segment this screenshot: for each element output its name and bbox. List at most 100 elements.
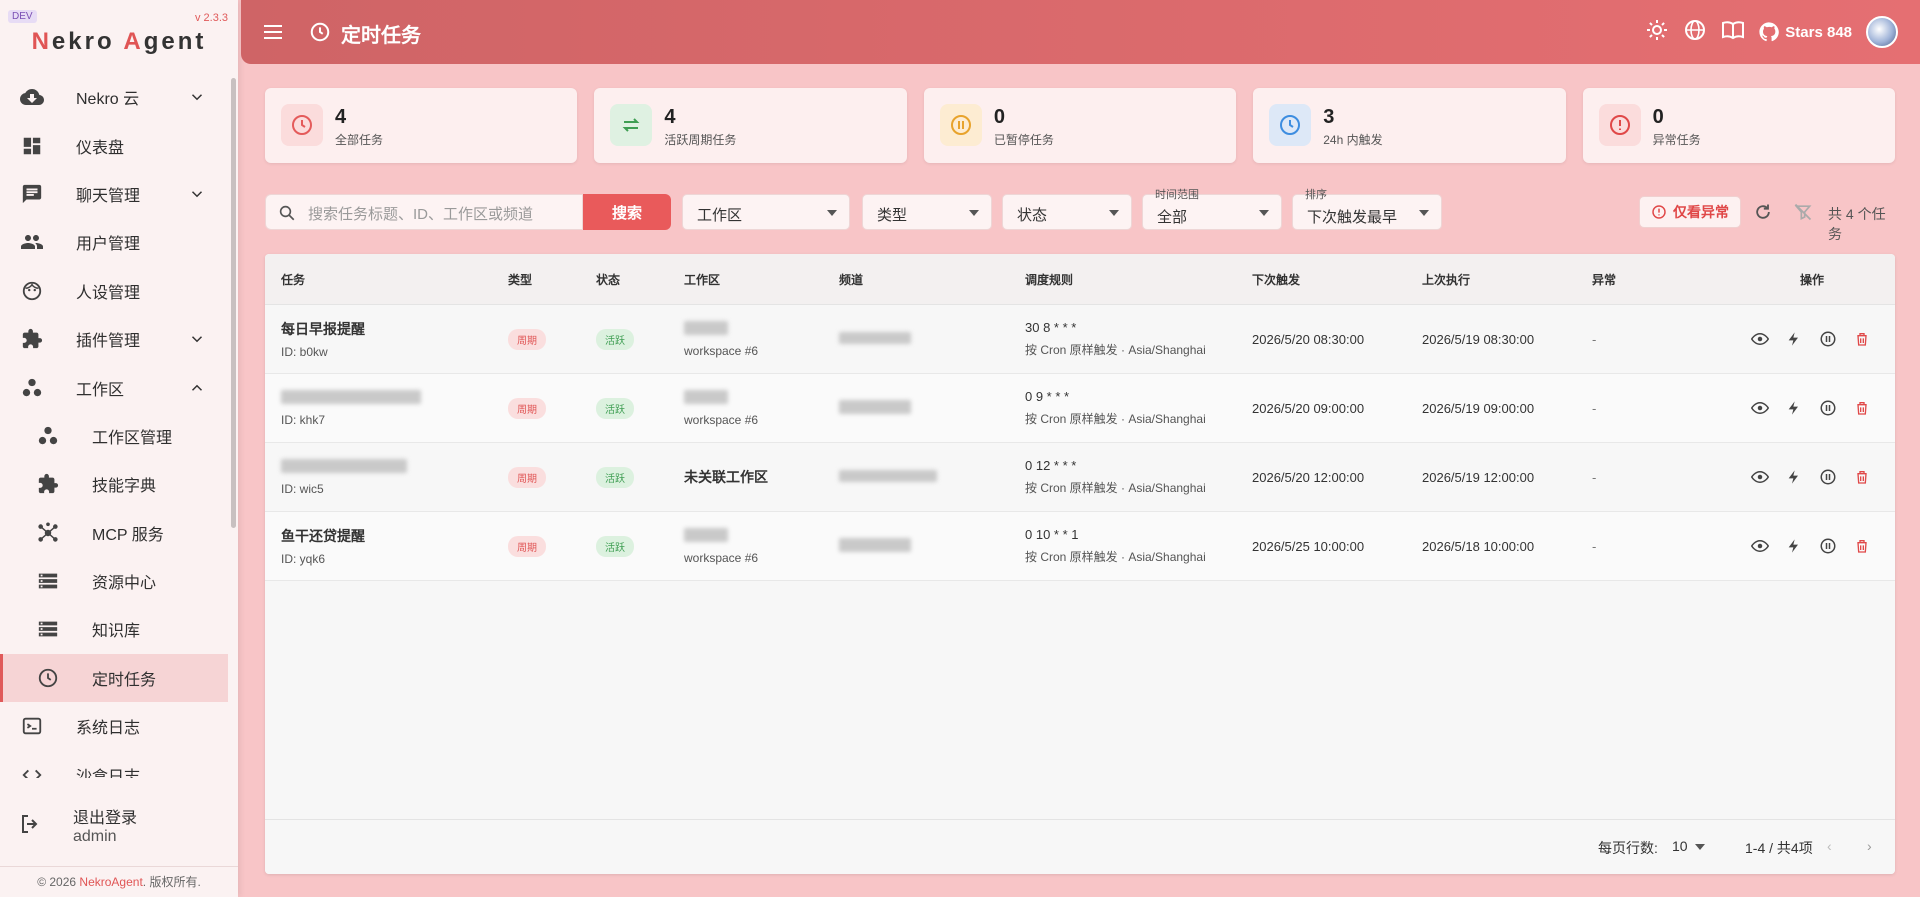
dashboard-icon xyxy=(20,134,44,158)
top-app-bar: 定时任务 Stars 848 xyxy=(241,0,1920,64)
sidebar-item-workspace-management[interactable]: 工作区管理 xyxy=(0,412,228,460)
only-errors-button[interactable]: 仅看异常 xyxy=(1639,196,1741,228)
sidebar-item-label: 知识库 xyxy=(92,623,141,641)
delete-icon[interactable] xyxy=(1853,537,1871,555)
sidebar-item-skills[interactable]: 技能字典 xyxy=(0,460,228,508)
delete-icon[interactable] xyxy=(1853,468,1871,486)
task-id: ID: wic5 xyxy=(281,481,324,496)
header-status[interactable]: 状态 xyxy=(580,254,668,305)
stat-value: 3 xyxy=(1323,106,1335,128)
header-last[interactable]: 上次执行 xyxy=(1406,254,1576,305)
trigger-now-icon[interactable] xyxy=(1785,537,1803,555)
type-select[interactable]: 类型 xyxy=(862,194,992,230)
type-badge: 周期 xyxy=(508,397,546,419)
sidebar-item-dashboard[interactable]: 仪表盘 xyxy=(0,121,228,169)
github-icon xyxy=(1759,22,1780,42)
nekroagent-link[interactable]: NekroAgent xyxy=(79,875,142,889)
sidebar-item-chat[interactable]: 聊天管理 xyxy=(0,170,228,218)
sidebar-item-system-log[interactable]: 系统日志 xyxy=(0,702,228,750)
logout-button[interactable]: 退出登录 admin xyxy=(0,794,238,854)
dropdown-arrow-icon xyxy=(1109,210,1119,216)
page-range: 1-4 / 共4项 xyxy=(1745,840,1813,856)
header-error[interactable]: 异常 xyxy=(1576,254,1729,305)
rows-per-page-select[interactable]: 10 xyxy=(1672,838,1688,854)
type-badge: 周期 xyxy=(508,535,546,557)
sidebar-item-workspace[interactable]: 工作区 xyxy=(0,363,228,411)
refresh-icon[interactable] xyxy=(1753,202,1773,227)
clear-filter-icon[interactable] xyxy=(1793,202,1813,227)
task-title: 鱼干还贷提醒 xyxy=(281,528,365,544)
time-range-select[interactable]: 时间范围 全部 xyxy=(1142,189,1282,230)
trigger-now-icon[interactable] xyxy=(1785,399,1803,417)
header-channel[interactable]: 频道 xyxy=(823,254,1009,305)
sidebar-item-plugins[interactable]: 插件管理 xyxy=(0,315,228,363)
sidebar-item-scheduled-tasks[interactable]: 定时任务 xyxy=(0,653,228,703)
header-type[interactable]: 类型 xyxy=(492,254,580,305)
sidebar-item-label: 系统日志 xyxy=(76,720,141,738)
storage-icon xyxy=(36,569,60,593)
language-icon[interactable] xyxy=(1683,18,1707,47)
table-row[interactable]: ID: wic5 周期 活跃 未关联工作区 0 12 * * * 按 Cron 原… xyxy=(265,442,1895,512)
github-stars-button[interactable]: Stars 848 xyxy=(1759,22,1852,42)
pause-icon[interactable] xyxy=(1819,399,1837,417)
sort-select[interactable]: 排序 下次触发最早 xyxy=(1292,189,1442,230)
sidebar-item-nekro-cloud[interactable]: Nekro 云 xyxy=(0,73,228,121)
view-icon[interactable] xyxy=(1751,399,1769,417)
search-button[interactable]: 搜索 xyxy=(583,194,671,230)
menu-icon[interactable] xyxy=(261,18,285,51)
puzzle-icon xyxy=(36,472,60,496)
docs-book-icon[interactable] xyxy=(1721,18,1745,47)
header-workspace[interactable]: 工作区 xyxy=(668,254,823,305)
last-run: 2026/5/19 12:00:00 xyxy=(1406,442,1576,512)
sidebar-item-label: 聊天管理 xyxy=(76,187,141,205)
header-next[interactable]: 下次触发 xyxy=(1236,254,1406,305)
sidebar-nav: Nekro 云 仪表盘 聊天管理 用户管理 人设管理 插件管理 工作区 工作区管… xyxy=(0,73,228,778)
sidebar-scrollbar[interactable] xyxy=(229,62,237,777)
redacted-channel xyxy=(839,331,911,344)
theme-toggle-icon[interactable] xyxy=(1645,18,1669,47)
dropdown-arrow-icon[interactable] xyxy=(1695,844,1705,850)
view-icon[interactable] xyxy=(1751,330,1769,348)
redacted-task-title xyxy=(281,389,421,404)
puzzle-icon xyxy=(20,327,44,351)
table-header: 任务 类型 状态 工作区 频道 调度规则 下次触发 上次执行 异常 操作 xyxy=(265,254,1895,305)
header-task[interactable]: 任务 xyxy=(265,254,492,305)
table-row[interactable]: ID: khk7 周期 活跃 workspace #6 0 9 * * * 按 C… xyxy=(265,373,1895,443)
sidebar-item-label: 资源中心 xyxy=(92,575,157,593)
pause-icon[interactable] xyxy=(1819,468,1837,486)
sidebar-item-persona[interactable]: 人设管理 xyxy=(0,267,228,315)
pause-icon[interactable] xyxy=(1819,537,1837,555)
table-pagination: 每页行数: 10 1-4 / 共4项 ‹ › xyxy=(265,819,1895,874)
search-input[interactable] xyxy=(306,201,580,227)
table-row[interactable]: 每日早报提醒 ID: b0kw 周期 活跃 workspace #6 30 8 *… xyxy=(265,304,1895,374)
sidebar-item-users[interactable]: 用户管理 xyxy=(0,218,228,266)
sidebar-item-label: 用户管理 xyxy=(76,236,141,254)
delete-icon[interactable] xyxy=(1853,399,1871,417)
prev-page-icon[interactable]: ‹ xyxy=(1827,838,1832,854)
sidebar-item-label: 人设管理 xyxy=(76,284,141,302)
alert-icon xyxy=(1598,104,1641,146)
chevron-down-icon xyxy=(191,336,203,343)
sidebar-item-knowledge[interactable]: 知识库 xyxy=(0,605,228,653)
version-label: v 2.3.3 xyxy=(194,12,228,24)
error-cell: - xyxy=(1576,304,1729,374)
status-select[interactable]: 状态 xyxy=(1002,194,1132,230)
trigger-now-icon[interactable] xyxy=(1785,330,1803,348)
view-icon[interactable] xyxy=(1751,537,1769,555)
trigger-now-icon[interactable] xyxy=(1785,468,1803,486)
sidebar-item-sandbox-log[interactable]: 沙盒日志 xyxy=(0,750,228,778)
header-rule[interactable]: 调度规则 xyxy=(1009,254,1236,305)
pause-icon[interactable] xyxy=(1819,330,1837,348)
workspace-select[interactable]: 工作区 xyxy=(682,194,850,230)
view-icon[interactable] xyxy=(1751,468,1769,486)
sidebar-item-label: Nekro 云 xyxy=(76,91,140,109)
avatar[interactable] xyxy=(1866,16,1898,48)
app-logo[interactable]: Nekro Agent xyxy=(0,28,238,56)
next-page-icon[interactable]: › xyxy=(1867,838,1872,854)
delete-icon[interactable] xyxy=(1853,330,1871,348)
last-run: 2026/5/18 10:00:00 xyxy=(1406,511,1576,581)
alert-icon xyxy=(1652,205,1666,219)
table-row[interactable]: 鱼干还贷提醒 ID: yqk6 周期 活跃 workspace #6 0 10 *… xyxy=(265,511,1895,581)
sidebar-item-resources[interactable]: 资源中心 xyxy=(0,557,228,605)
sidebar-item-mcp[interactable]: MCP 服务 xyxy=(0,509,228,557)
